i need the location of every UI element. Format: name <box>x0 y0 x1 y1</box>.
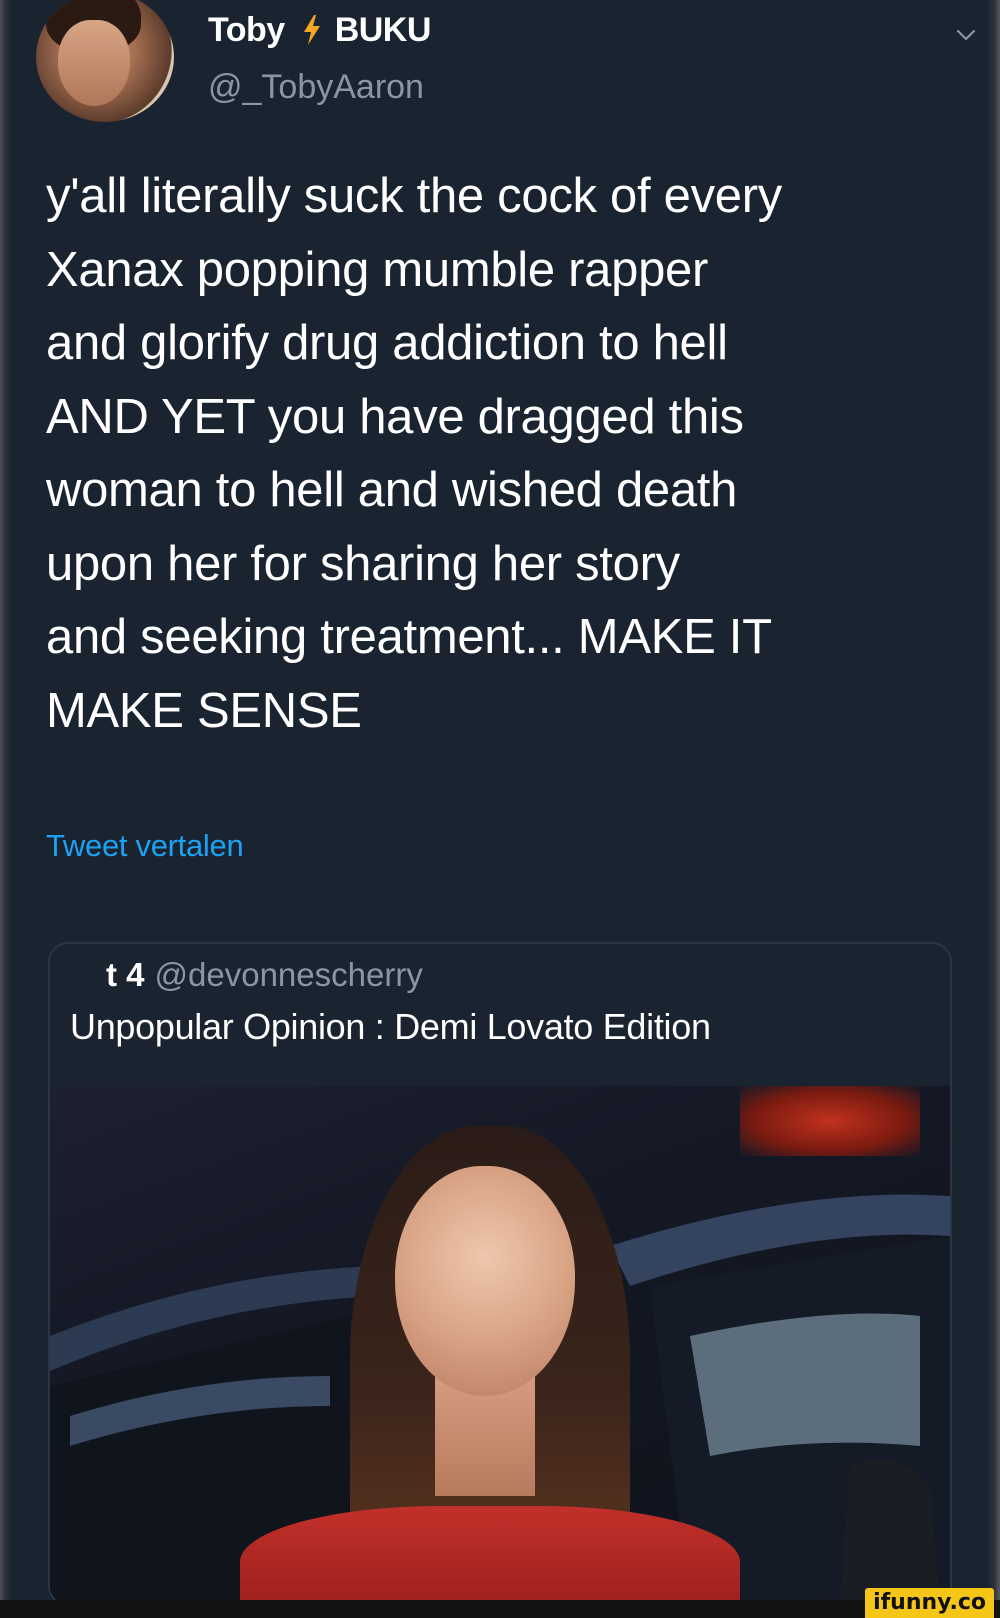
lightning-bolt-icon <box>303 15 320 45</box>
user-handle[interactable]: @_TobyAaron <box>208 68 424 107</box>
tweet-card: Toby BUKU @_TobyAaron y'all literally su… <box>12 0 988 1606</box>
quoted-tweet[interactable]: t 4 @devonnescherry Unpopular Opinion : … <box>48 942 952 1606</box>
person-red-dress <box>240 1506 740 1604</box>
quoted-tweet-author: t 4 @devonnescherry <box>106 956 423 994</box>
tweet-text: y'all literally suck the cock of every X… <box>46 169 782 738</box>
watermark-bar <box>0 1600 1000 1618</box>
person-face <box>395 1166 575 1396</box>
display-name[interactable]: Toby BUKU <box>208 8 431 52</box>
quoted-tweet-handle: @devonnescherry <box>154 956 423 993</box>
display-name-first: Toby <box>208 10 285 49</box>
quoted-tweet-name: t 4 <box>106 956 145 993</box>
avatar-face <box>58 20 130 106</box>
translate-tweet-link[interactable]: Tweet vertalen <box>46 828 244 864</box>
chevron-down-icon[interactable] <box>956 28 976 42</box>
avatar[interactable] <box>36 0 174 122</box>
quoted-tweet-text: Unpopular Opinion : Demi Lovato Edition <box>70 1006 711 1047</box>
ifunny-watermark: ifunny.co <box>865 1588 994 1618</box>
quoted-tweet-image[interactable] <box>50 1086 950 1604</box>
display-name-second: BUKU <box>334 10 432 49</box>
